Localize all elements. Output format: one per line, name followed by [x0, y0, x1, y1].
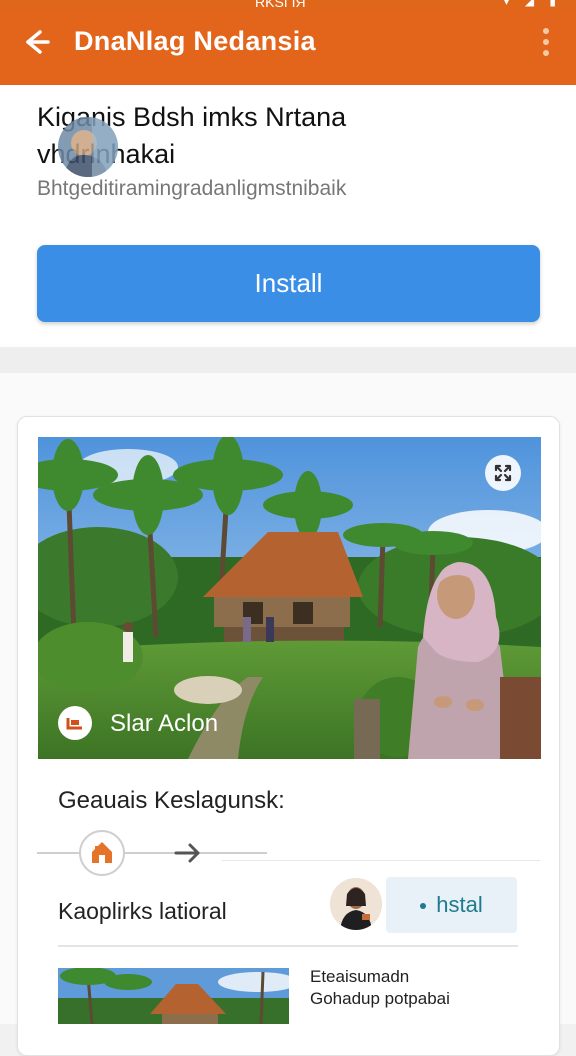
arrow-right-icon[interactable]	[172, 838, 204, 868]
expand-button[interactable]	[485, 455, 521, 491]
expand-icon	[494, 464, 512, 482]
list-item-description: Eteaisumadn Gohadup potpabai	[310, 966, 450, 1010]
media-action-label: Slar Aclon	[110, 710, 219, 737]
section-title: Geauais Keslagunsk:	[58, 787, 285, 814]
progress-track-end	[222, 860, 540, 861]
app-bar: DnaNlag Nedansia	[0, 0, 576, 85]
install-chip-button[interactable]: hstal	[386, 877, 517, 933]
subtitle: Bhtgeditiramingradanligmstnibaik	[37, 177, 347, 200]
install-panel: Kiganis Bdsh imks Nrtana vhdrlnhakai Bht…	[0, 85, 576, 347]
step-button[interactable]	[79, 830, 125, 876]
house-icon	[92, 842, 112, 863]
list-item-description-line-1: Eteaisumadn	[310, 967, 410, 986]
app-bar-title: DnaNlag Nedansia	[74, 26, 316, 56]
list-item-description-line-2: Gohadup potpabai	[310, 989, 450, 1008]
dot-icon	[420, 903, 427, 910]
play-button[interactable]	[58, 706, 92, 740]
back-button[interactable]	[18, 24, 54, 60]
arrow-left-icon	[26, 30, 50, 54]
avatar	[58, 117, 118, 177]
more-vert-icon[interactable]	[542, 28, 550, 58]
install-button[interactable]: Install	[37, 245, 540, 322]
list-item-title: Kaoplirks latioral	[58, 898, 227, 924]
avatar	[330, 878, 382, 930]
progress-track	[37, 852, 267, 854]
list-divider	[58, 945, 518, 947]
play-icon	[66, 718, 82, 730]
status-bar: RKSI ІЯ ▾ ◢ ▮	[0, 0, 576, 10]
install-chip-label: hstal	[436, 892, 483, 917]
list-item-thumbnail[interactable]	[58, 968, 289, 1024]
section-divider	[0, 347, 576, 373]
status-icons: ▾ ◢ ▮	[503, 0, 562, 8]
status-time: RKSI ІЯ	[255, 0, 306, 10]
